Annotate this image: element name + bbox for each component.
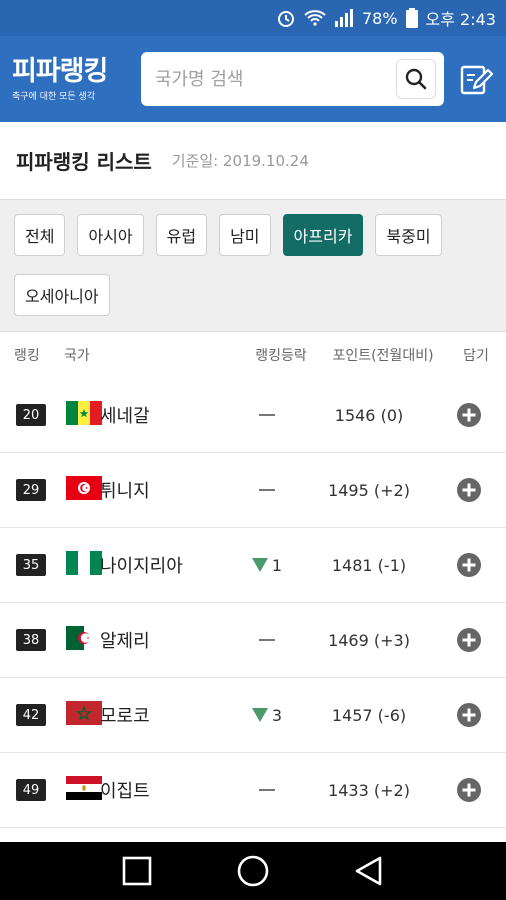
filter-europe[interactable]: 유럽 <box>155 214 208 256</box>
country-name: 세네갈 <box>100 406 150 427</box>
add-icon[interactable] <box>456 402 482 428</box>
app-header: 피파랭킹 축구에 대한 모든 생각 <box>0 36 506 122</box>
header-points: 포인트(전월대비) <box>332 348 434 364</box>
search-button[interactable] <box>396 59 437 99</box>
table-header: 랭킹 국가 랭킹등락 포인트(전월대비) 담기 <box>0 332 506 378</box>
no-change-icon <box>259 639 275 641</box>
home-icon[interactable] <box>236 854 270 888</box>
table-row[interactable]: 29 튀니지 1495 (+2) <box>0 453 506 528</box>
add-icon[interactable] <box>456 702 482 728</box>
back-icon[interactable] <box>353 855 385 887</box>
search-box <box>140 52 445 106</box>
country-name: 모로코 <box>100 706 150 727</box>
rank-badge: 42 <box>16 704 46 726</box>
morocco-flag-icon <box>66 701 102 725</box>
table-row[interactable]: 35 나이지리아 1 1481 (-1) <box>0 528 506 603</box>
add-icon[interactable] <box>456 477 482 503</box>
no-change-icon <box>259 414 275 416</box>
signal-icon <box>334 9 354 27</box>
alarm-icon <box>276 8 296 28</box>
search-icon <box>406 68 427 90</box>
status-bar: 78% 오후 2:43 <box>0 0 506 36</box>
ranking-list: 20 세네갈 1546 (0) 29 튀니지 1495 (+2) 35 나이지리… <box>0 378 506 828</box>
search-input[interactable] <box>154 68 385 90</box>
senegal-flag-icon <box>66 401 102 425</box>
country-name: 튀니지 <box>100 481 150 502</box>
table-row[interactable]: 49 이집트 1433 (+2) <box>0 753 506 828</box>
rank-badge: 35 <box>16 554 46 576</box>
recent-apps-icon[interactable] <box>121 855 153 887</box>
wifi-icon <box>304 9 326 27</box>
table-row[interactable]: 20 세네갈 1546 (0) <box>0 378 506 453</box>
rank-badge: 49 <box>16 779 46 801</box>
rank-badge: 38 <box>16 629 46 651</box>
header-rank: 랭킹 <box>14 348 40 364</box>
country-name: 이집트 <box>100 781 150 802</box>
logo-title: 피파랭킹 <box>12 55 108 87</box>
filter-all[interactable]: 전체 <box>14 214 66 256</box>
edit-button[interactable] <box>458 61 494 97</box>
filter-oceania[interactable]: 오세아니아 <box>14 273 110 316</box>
add-icon[interactable] <box>456 552 482 578</box>
algeria-flag-icon <box>66 626 102 650</box>
filter-north-central-america[interactable]: 북중미 <box>375 214 442 256</box>
battery-icon <box>405 8 418 28</box>
add-icon[interactable] <box>456 777 482 803</box>
page-title-bar: 피파랭킹 리스트 기준일: 2019.10.24 <box>0 122 506 200</box>
rank-change-value: 3 <box>271 705 283 725</box>
system-navigation-bar <box>0 842 506 900</box>
no-change-icon <box>259 489 275 491</box>
header-add: 담기 <box>463 348 489 364</box>
filter-south-america[interactable]: 남미 <box>219 214 271 256</box>
clock: 오후 2:43 <box>425 10 496 29</box>
rank-down-icon <box>251 558 268 572</box>
rank-down-icon <box>251 708 268 722</box>
logo[interactable]: 피파랭킹 축구에 대한 모든 생각 <box>12 55 131 102</box>
filter-asia[interactable]: 아시아 <box>77 214 144 256</box>
nigeria-flag-icon <box>66 551 102 575</box>
country-name: 알제리 <box>100 631 150 652</box>
egypt-flag-icon <box>66 776 102 800</box>
header-change: 랭킹등락 <box>255 348 307 364</box>
filter-africa[interactable]: 아프리카 <box>282 214 364 256</box>
country-name: 나이지리아 <box>100 556 183 577</box>
points-value: 1457 (-6) <box>331 705 407 725</box>
table-row[interactable]: 42 모로코 3 1457 (-6) <box>0 678 506 753</box>
rank-badge: 20 <box>16 404 46 426</box>
table-row[interactable]: 38 알제리 1469 (+3) <box>0 603 506 678</box>
logo-subtitle: 축구에 대한 모든 생각 <box>12 91 96 102</box>
tunisia-flag-icon <box>66 476 102 500</box>
page-title: 피파랭킹 리스트 <box>16 150 152 174</box>
add-icon[interactable] <box>456 627 482 653</box>
points-value: 1546 (0) <box>334 405 404 425</box>
rank-change-value: 1 <box>271 555 283 575</box>
points-value: 1469 (+3) <box>328 630 410 650</box>
points-value: 1495 (+2) <box>328 480 410 500</box>
reference-date: 기준일: 2019.10.24 <box>171 152 309 170</box>
battery-percent: 78% <box>361 8 398 28</box>
header-country: 국가 <box>64 348 90 364</box>
rank-badge: 29 <box>16 479 46 501</box>
no-change-icon <box>259 789 275 791</box>
points-value: 1481 (-1) <box>331 555 407 575</box>
points-value: 1433 (+2) <box>328 780 410 800</box>
region-filter-bar: 전체 아시아 유럽 남미 아프리카 북중미 오세아니아 <box>0 200 506 332</box>
edit-icon <box>460 65 494 95</box>
